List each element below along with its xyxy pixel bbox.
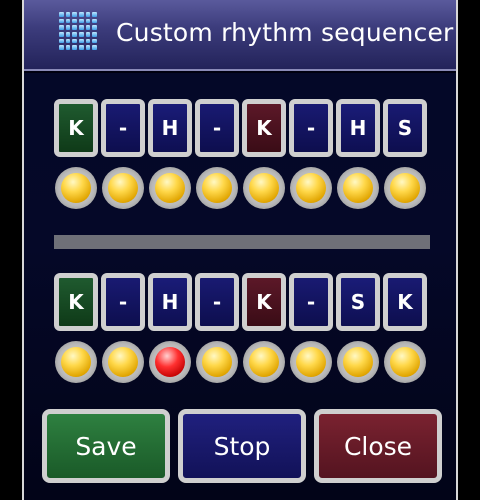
step-led bbox=[55, 167, 97, 209]
step-led bbox=[196, 341, 238, 383]
step-led bbox=[290, 167, 332, 209]
dialog-title: Custom rhythm sequencer bbox=[116, 18, 454, 47]
step-cell[interactable]: - bbox=[101, 273, 145, 331]
pattern-1-steps: K - H - K - H S bbox=[54, 99, 434, 159]
pattern-1-leds bbox=[54, 167, 434, 211]
close-button[interactable]: Close bbox=[314, 409, 442, 483]
step-led bbox=[243, 341, 285, 383]
step-cell[interactable]: - bbox=[289, 273, 333, 331]
save-button[interactable]: Save bbox=[42, 409, 170, 483]
step-led bbox=[384, 167, 426, 209]
step-cell[interactable]: K bbox=[383, 273, 427, 331]
step-led bbox=[243, 167, 285, 209]
sequencer-content: K - H - K - H S K - H - K - S K Save Sto… bbox=[24, 73, 456, 500]
pattern-divider bbox=[54, 235, 430, 249]
step-led bbox=[290, 341, 332, 383]
step-cell[interactable]: - bbox=[195, 99, 239, 157]
grid-icon bbox=[59, 12, 97, 50]
step-led bbox=[337, 341, 379, 383]
step-led bbox=[384, 341, 426, 383]
rhythm-sequencer-dialog: Custom rhythm sequencer K - H - K - H S … bbox=[22, 0, 458, 500]
pattern-2-steps: K - H - K - S K bbox=[54, 273, 434, 333]
step-led bbox=[196, 167, 238, 209]
step-cell[interactable]: S bbox=[383, 99, 427, 157]
step-cell[interactable]: K bbox=[54, 99, 98, 157]
step-cell[interactable]: K bbox=[242, 273, 286, 331]
step-cell[interactable]: S bbox=[336, 273, 380, 331]
step-cell[interactable]: H bbox=[148, 273, 192, 331]
step-cell[interactable]: - bbox=[101, 99, 145, 157]
step-led bbox=[102, 341, 144, 383]
step-cell[interactable]: - bbox=[289, 99, 333, 157]
step-led-active bbox=[149, 341, 191, 383]
step-cell[interactable]: H bbox=[148, 99, 192, 157]
step-cell[interactable]: H bbox=[336, 99, 380, 157]
step-led bbox=[337, 167, 379, 209]
step-cell[interactable]: K bbox=[54, 273, 98, 331]
pattern-2-leds bbox=[54, 341, 434, 385]
step-led bbox=[55, 341, 97, 383]
step-led bbox=[149, 167, 191, 209]
step-cell[interactable]: K bbox=[242, 99, 286, 157]
step-cell[interactable]: - bbox=[195, 273, 239, 331]
title-bar: Custom rhythm sequencer bbox=[24, 0, 456, 71]
stop-button[interactable]: Stop bbox=[178, 409, 306, 483]
step-led bbox=[102, 167, 144, 209]
